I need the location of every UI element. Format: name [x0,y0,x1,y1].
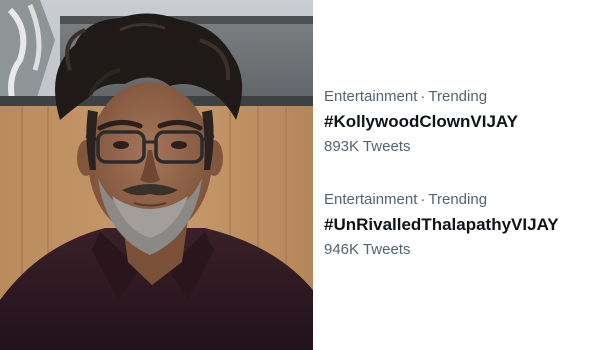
trend-category: Entertainment [324,88,418,105]
trend-item[interactable]: Entertainment · Trending #KollywoodClownVI… [324,86,596,158]
trend-status: Trending [428,191,488,208]
trend-status: Trending [428,88,488,105]
trend-meta: Entertainment · Trending [324,86,596,108]
trend-item[interactable]: Entertainment · Trending #UnRivalledThalap… [324,189,596,261]
trend-tweet-count: 893K Tweets [324,138,411,155]
trend-hashtag[interactable]: #UnRivalledThalapathyVIJAY [324,211,596,239]
trend-separator: · [420,88,426,105]
trend-tweet-count: 946K Tweets [324,241,411,258]
person-photo-illustration [0,0,313,350]
person-photo [0,0,313,350]
trends-panel: Entertainment · Trending #KollywoodClownVI… [313,0,600,350]
screenshot-frame: Entertainment · Trending #KollywoodClownVI… [0,0,600,350]
trend-hashtag[interactable]: #KollywoodClownVIJAY [324,108,596,136]
trend-category: Entertainment [324,191,418,208]
trend-separator: · [420,191,426,208]
trend-meta: Entertainment · Trending [324,189,596,211]
